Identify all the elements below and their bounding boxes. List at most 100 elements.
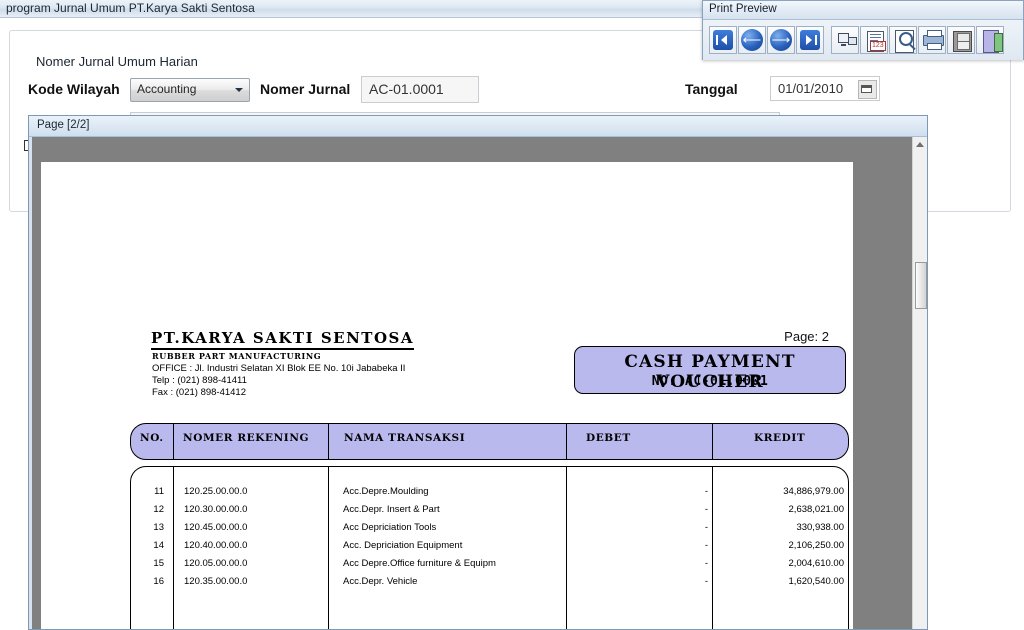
print-button[interactable] xyxy=(918,26,946,54)
exit-door-icon xyxy=(977,27,1003,53)
table-divider xyxy=(712,424,713,459)
kode-wilayah-select[interactable]: Accounting xyxy=(130,78,250,102)
table-row: 11 120.25.00.00.0 Acc.Depre.Moulding - 34,88… xyxy=(131,486,848,504)
cell-name: Acc Depre.Office furniture & Equipm xyxy=(343,558,496,569)
table-row: 16 120.35.00.00.0 Acc.Depr. Vehicle - 1,620,… xyxy=(131,576,848,594)
cell-debit: - xyxy=(704,486,708,497)
scrollbar-thumb[interactable] xyxy=(915,262,927,309)
printer-icon xyxy=(919,27,945,53)
tanggal-input[interactable]: 01/01/2010 xyxy=(770,76,880,101)
chevron-down-icon xyxy=(235,88,243,92)
application-window: program Jurnal Umum PT.Karya Sakti Sento… xyxy=(0,0,1024,630)
floppy-disk-icon xyxy=(948,27,974,53)
screen-layout-button[interactable] xyxy=(831,26,859,54)
print-preview-title: Print Preview xyxy=(709,3,777,15)
cell-name: Acc. Depriciation Equipment xyxy=(343,540,463,551)
cell-credit: 1,620,540.00 xyxy=(788,576,844,587)
cell-no: 14 xyxy=(153,540,164,551)
cell-debit: - xyxy=(704,558,708,569)
cell-debit: - xyxy=(704,522,708,533)
cell-account: 120.05.00.00.0 xyxy=(184,558,248,569)
company-address-line-1: OFFICE : Jl. Industri Selatan XI Blok EE… xyxy=(152,363,406,374)
column-header-credit: KREDIT xyxy=(754,432,806,444)
print-preview-toolbar-window: Print Preview ⟵ ⟶ 123 xyxy=(702,0,1024,60)
table-divider xyxy=(173,424,174,459)
company-phone: Telp : (021) 898-41411 xyxy=(152,375,247,386)
arrow-left-icon: ⟵ xyxy=(741,29,763,51)
kode-wilayah-label: Kode Wilayah xyxy=(28,81,120,97)
exit-button[interactable] xyxy=(976,26,1004,54)
previous-page-button[interactable]: ⟵ xyxy=(738,26,766,54)
save-button[interactable] xyxy=(947,26,975,54)
company-subtitle: RUBBER PART MANUFACTURING xyxy=(152,351,322,361)
scroll-up-icon[interactable] xyxy=(916,142,924,147)
cell-no: 12 xyxy=(153,504,164,515)
table-row: 12 120.30.00.00.0 Acc.Depr. Insert & Part -… xyxy=(131,504,848,522)
first-page-icon xyxy=(713,30,733,50)
print-preview-page-window: Page [2/2] PT.KARYA SAKTI SENTOSA RUBBER… xyxy=(28,115,928,630)
table-row: 14 120.40.00.00.0 Acc. Depriciation Equipm… xyxy=(131,540,848,558)
arrow-right-icon: ⟶ xyxy=(770,29,792,51)
nomer-jurnal-value: AC-01.0001 xyxy=(369,81,444,97)
nomer-jurnal-input[interactable]: AC-01.0001 xyxy=(361,76,479,103)
table-row: 15 120.05.00.00.0 Acc Depre.Office furnitu… xyxy=(131,558,848,576)
cell-credit: 2,004,610.00 xyxy=(788,558,844,569)
document-numbers-icon: 123 xyxy=(861,27,887,53)
cell-credit: 2,106,250.00 xyxy=(788,540,844,551)
preview-page-titlebar: Page [2/2] xyxy=(29,116,927,137)
table-divider xyxy=(566,424,567,459)
cell-no: 11 xyxy=(154,486,164,497)
cell-no: 15 xyxy=(153,558,164,569)
table-row: 13 120.45.00.00.0 Acc Depriciation Tools - 3… xyxy=(131,522,848,540)
document-page-number: Page: 2 xyxy=(784,329,829,344)
print-preview-titlebar: Print Preview xyxy=(703,1,1023,20)
print-preview-toolbar: ⟵ ⟶ 123 xyxy=(703,20,1023,60)
voucher-title-box: CASH PAYMENT VOUCHER NO. AC-01.0001 xyxy=(574,346,846,394)
cell-credit: 2,638,021.00 xyxy=(788,504,844,515)
column-header-debit: DEBET xyxy=(586,432,631,444)
preview-canvas: PT.KARYA SAKTI SENTOSA RUBBER PART MANUF… xyxy=(32,137,924,629)
cell-name: Acc.Depr. Insert & Part xyxy=(343,504,440,515)
cell-credit: 34,886,979.00 xyxy=(783,486,844,497)
zoom-button[interactable] xyxy=(889,26,917,54)
column-header-account: NOMER REKENING xyxy=(183,432,310,444)
cell-debit: - xyxy=(704,576,708,587)
cell-name: Acc.Depre.Moulding xyxy=(343,486,429,497)
monitor-icon xyxy=(832,27,858,53)
column-header-name: NAMA TRANSAKSI xyxy=(344,432,466,444)
page-setup-button[interactable]: 123 xyxy=(860,26,888,54)
company-fax: Fax : (021) 898-41412 xyxy=(152,387,247,398)
printed-page: PT.KARYA SAKTI SENTOSA RUBBER PART MANUF… xyxy=(41,162,853,629)
voucher-number: NO. AC-01.0001 xyxy=(651,374,769,389)
first-page-button[interactable] xyxy=(709,26,737,54)
cell-no: 13 xyxy=(153,522,164,533)
cell-debit: - xyxy=(704,504,708,515)
cell-credit: 330,938.00 xyxy=(796,522,844,533)
tanggal-value: 01/01/2010 xyxy=(778,81,844,96)
table-divider xyxy=(328,424,329,459)
journal-form-legend: Nomer Jurnal Umum Harian xyxy=(32,54,202,69)
cell-account: 120.35.00.00.0 xyxy=(184,576,248,587)
magnifier-icon xyxy=(890,27,916,53)
cell-account: 120.40.00.00.0 xyxy=(184,540,248,551)
cell-name: Acc Depriciation Tools xyxy=(343,522,437,533)
preview-page-label: Page [2/2] xyxy=(37,119,90,131)
nomer-jurnal-label: Nomer Jurnal xyxy=(260,81,351,97)
last-page-icon xyxy=(800,30,820,50)
cell-name: Acc.Depr. Vehicle xyxy=(343,576,418,587)
application-title: program Jurnal Umum PT.Karya Sakti Sento… xyxy=(6,1,255,15)
company-name: PT.KARYA SAKTI SENTOSA xyxy=(151,329,414,350)
cell-no: 16 xyxy=(153,576,164,587)
cell-debit: - xyxy=(704,540,708,551)
transaction-table-header: NO. NOMER REKENING NAMA TRANSAKSI DEBET … xyxy=(130,423,849,460)
cell-account: 120.25.00.00.0 xyxy=(184,486,248,497)
cell-account: 120.30.00.00.0 xyxy=(184,504,248,515)
kode-wilayah-value: Accounting xyxy=(137,82,197,96)
preview-vertical-scrollbar[interactable] xyxy=(912,137,927,629)
next-page-button[interactable]: ⟶ xyxy=(767,26,795,54)
cell-account: 120.45.00.00.0 xyxy=(184,522,248,533)
last-page-button[interactable] xyxy=(796,26,824,54)
tanggal-label: Tanggal xyxy=(685,81,738,97)
calendar-icon[interactable] xyxy=(858,80,877,99)
page-number-badge: 123 xyxy=(870,41,886,51)
